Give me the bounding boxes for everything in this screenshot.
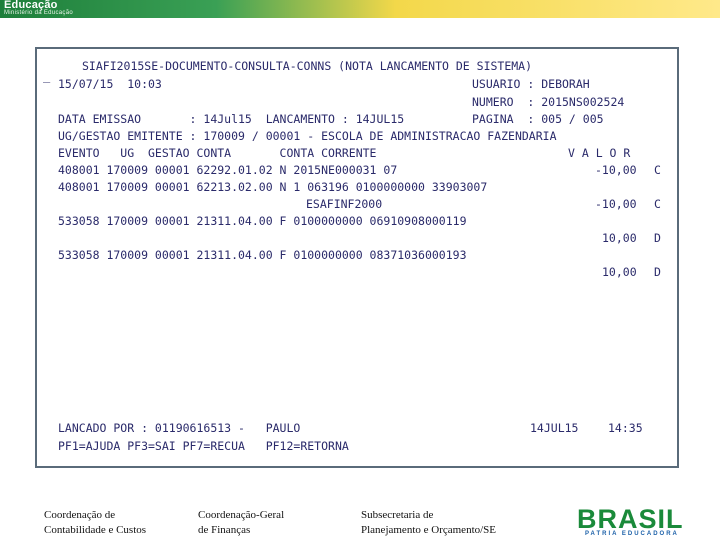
table-row: 408001 170009 00001 62213.02.00 N 1 0631… xyxy=(58,180,488,194)
brasil-tagline: PATRIA EDUCADORA xyxy=(585,531,679,537)
table-row-continuation: ESAFINF2000 xyxy=(306,197,383,211)
footer-text: Planejamento e Orçamento/SE xyxy=(361,524,497,536)
top-banner: Educação Ministério da Educação xyxy=(0,0,720,18)
row-dc: D xyxy=(654,265,661,279)
table-row: 533058 170009 00001 21311.04.00 F 010000… xyxy=(58,214,467,228)
pagina-field: PAGINA : 005 / 005 xyxy=(472,112,604,126)
row-dc: C xyxy=(654,197,661,211)
row-valor: 10,00 xyxy=(602,265,637,279)
row-valor: -10,00 xyxy=(595,197,637,211)
ministry-logo: Educação Ministério da Educação xyxy=(2,0,102,18)
lancado-por: LANCADO POR : 01190616513 - PAULO xyxy=(58,421,301,435)
function-keys: PF1=AJUDA PF3=SAI PF7=RECUA PF12=RETORNA xyxy=(58,439,349,453)
lancado-data: 14JUL15 xyxy=(530,421,579,435)
footer-text: Coordenação de xyxy=(44,509,116,521)
footer-subsecretaria: Subsecretaria de Planejamento e Orçament… xyxy=(361,508,496,538)
row-dc: C xyxy=(654,163,661,177)
emissao-field: DATA EMISSAO : 14Jul15 LANCAMENTO : 14JU… xyxy=(58,112,405,126)
footer-text: de Finanças xyxy=(198,524,251,536)
usuario-field: USUARIO : DEBORAH xyxy=(472,77,590,91)
row-dc: D xyxy=(654,231,661,245)
table-row: 408001 170009 00001 62292.01.02 N 2015NE… xyxy=(58,163,398,177)
brasil-logo: BRASIL PATRIA EDUCADORA xyxy=(577,504,699,540)
banner-subtitle: Ministério da Educação xyxy=(4,10,73,16)
row-valor: -10,00 xyxy=(595,163,637,177)
screen-title: SIAFI2015SE-DOCUMENTO-CONSULTA-CONNS (NO… xyxy=(82,59,533,73)
footer-coordenacao-financas: Coordenação-Geral de Finanças xyxy=(198,508,284,538)
footer-text: Contabilidade e Custos xyxy=(44,524,147,536)
footer-text: Subsecretaria de xyxy=(361,509,434,521)
ug-gestao-field: UG/GESTAO EMITENTE : 170009 / 00001 - ES… xyxy=(58,129,557,143)
table-header: EVENTO UG GESTAO CONTA CONTA CORRENTE xyxy=(58,146,377,160)
terminal-cursor: _ xyxy=(43,69,51,83)
siafi-terminal: _ SIAFI2015SE-DOCUMENTO-CONSULTA-CONNS (… xyxy=(35,47,679,468)
table-row: 533058 170009 00001 21311.04.00 F 010000… xyxy=(58,248,467,262)
footer-text: Coordenação-Geral xyxy=(198,509,285,521)
footer-coordenacao-contabilidade: Coordenação de Contabilidade e Custos xyxy=(44,508,146,538)
row-valor: 10,00 xyxy=(602,231,637,245)
numero-field: NUMERO : 2015NS002524 xyxy=(472,95,625,109)
valor-header: V A L O R xyxy=(568,146,631,160)
date-time: 15/07/15 10:03 xyxy=(58,77,162,91)
lancado-hora: 14:35 xyxy=(608,421,643,435)
